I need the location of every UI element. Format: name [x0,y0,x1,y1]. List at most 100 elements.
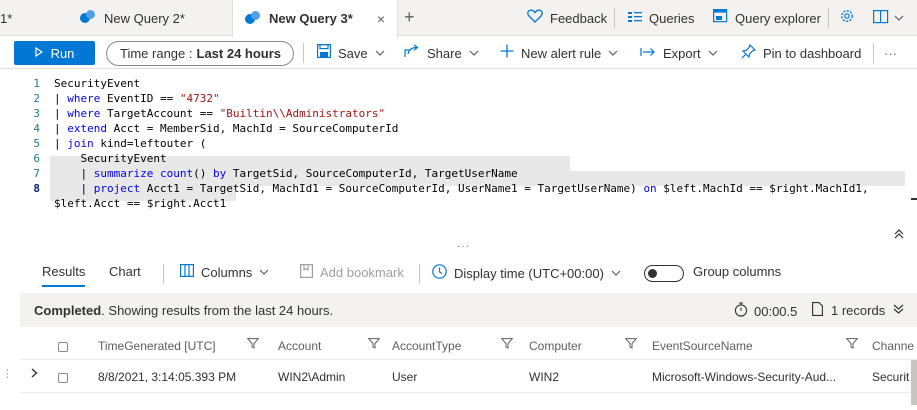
keyword-token: project [93,182,141,195]
share-button[interactable]: Share [404,43,479,63]
columns-label: Columns [201,264,253,280]
code-text: SecurityEvent [54,151,166,166]
query-editor[interactable]: 1 SecurityEvent 2 | where EventID == "4732"… [0,70,917,268]
column-header-computer[interactable]: Computer [529,339,582,353]
status-detail: . Showing results from the last 24 hours… [101,303,334,318]
keyword-token: by [212,167,227,180]
filter-icon[interactable] [845,338,859,352]
group-columns-toggle[interactable] [644,265,684,282]
row-checkbox[interactable] [58,373,68,383]
query-duration: 00:00.5 [734,302,797,320]
keyword-token: extend [67,122,107,135]
settings-button[interactable] [839,0,855,36]
divider [163,264,164,284]
code-text: | project Acct1 = TargetSid, MachId1 = S… [54,181,869,196]
line-number: 7 [33,167,40,180]
column-header-account[interactable]: Account [278,339,321,353]
new-alert-rule-label: New alert rule [521,45,602,61]
feedback-button[interactable]: Feedback [527,0,607,36]
code-token: | [54,92,68,105]
drag-handle-icon: ⋮ [2,368,13,380]
tab-new-query-3[interactable]: New Query 3* × [232,0,398,37]
vertical-scrollbar[interactable] [911,360,917,405]
chevron-down-icon [611,268,621,279]
keyword-token: where [67,92,101,105]
columns-button[interactable]: Columns [180,264,269,280]
feedback-label: Feedback [550,10,608,26]
collapse-icon[interactable] [894,228,904,242]
close-tab-icon[interactable]: × [377,11,385,27]
expand-results-icon[interactable] [893,302,904,317]
filter-icon[interactable] [367,338,381,352]
table-row[interactable]: 8/8/2021, 3:14:05.393 PM WIN2\Admin User… [20,361,917,393]
line-number: 4 [33,122,40,135]
add-bookmark-label: Add bookmark [320,265,404,280]
code-text: | where TargetAccount == "Builtin\\Admin… [54,106,385,121]
select-all-checkbox[interactable] [58,342,68,352]
tab-new-query-2[interactable]: New Query 2* [68,0,228,36]
code-token: SecurityEvent [54,77,141,90]
display-time-dropdown[interactable]: Display time (UTC+00:00) [432,264,621,282]
cell-accounttype: User [392,370,418,384]
column-header-timegenerated[interactable]: TimeGenerated [UTC] [98,339,216,353]
export-button[interactable]: Export [640,43,718,63]
keyword-token: where [67,107,101,120]
list-icon [628,10,642,27]
display-time-label: Display time (UTC+00:00) [454,265,604,281]
explorer-icon [713,9,728,27]
save-button[interactable]: Save [317,43,385,63]
filter-icon[interactable] [624,338,638,352]
string-token: "4732" [179,92,220,105]
column-header-accounttype[interactable]: AccountType [392,339,461,353]
string-token: "Builtin\\Administrators" [219,107,386,120]
chevron-down-icon [375,48,385,59]
line-number: 6 [33,152,40,165]
plus-icon [500,44,514,62]
time-range-picker[interactable]: Time range : Last 24 hours [106,41,294,66]
line-number: 5 [33,137,40,150]
toggle-knob [648,269,657,278]
query-explorer-button[interactable]: Query explorer [713,0,821,36]
stopwatch-icon [734,302,748,320]
run-button[interactable]: Run [14,41,95,65]
code-text: | summarize count() by TargetSid, Source… [54,166,517,181]
new-alert-rule-button[interactable]: New alert rule [500,43,618,63]
query-toolbar: Run Time range : Last 24 hours Save Shar… [0,37,917,69]
group-columns-label-wrap: Group columns [693,264,781,279]
more-options-button[interactable]: ··· [884,43,897,63]
export-arrow-icon [640,45,656,62]
export-label: Export [663,45,701,61]
keyword-token: join [67,137,94,150]
pin-to-dashboard-button[interactable]: Pin to dashboard [741,43,861,63]
cell-eventsourcename: Microsoft-Windows-Security-Aud... [652,370,837,384]
code-token: TargetAccount == [100,107,220,120]
code-text: SecurityEvent [54,76,140,91]
duration-value: 00:00.5 [754,303,798,319]
queries-button[interactable]: Queries [628,0,695,36]
tab-chart[interactable]: Chart [109,264,141,279]
code-token: EventID == [100,92,180,105]
resize-handle-dots[interactable]: ··· [457,241,470,252]
save-icon [317,44,332,62]
layout-button[interactable] [873,0,904,36]
code-token: $left.MachId == $right.MachId1, [656,182,869,195]
code-token: | [54,167,94,180]
keyword-token: summarize [93,167,154,180]
status-completed: Completed [34,303,102,318]
results-status-bar: Completed. Showing results from the last… [20,293,917,327]
column-header-eventsourcename[interactable]: EventSourceName [652,339,753,353]
tab-results[interactable]: Results [42,264,86,287]
filter-icon[interactable] [500,338,514,352]
add-bookmark-button[interactable]: Add bookmark [300,264,404,281]
filter-icon[interactable] [246,338,260,352]
line-number: 3 [33,107,40,120]
tab-previous-query[interactable]: 1* [0,0,60,36]
code-token: | [54,107,68,120]
tab-label: New Query 3* [269,11,353,26]
scroll-indicator [911,198,917,200]
add-tab-icon[interactable]: + [404,7,415,28]
column-header-channel[interactable]: Channe [872,339,914,353]
cell-computer: WIN2 [529,370,559,384]
pin-label: Pin to dashboard [763,45,862,61]
cell-channel: Securit [872,370,910,384]
